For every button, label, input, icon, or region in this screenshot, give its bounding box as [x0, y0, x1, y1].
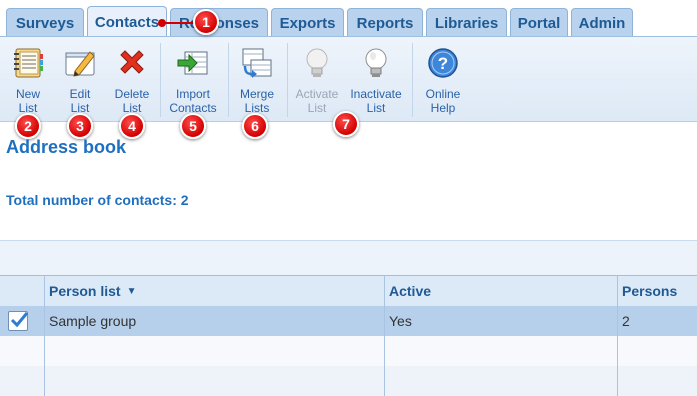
toolbar-separator: [228, 43, 229, 117]
row-checkbox[interactable]: [8, 311, 29, 331]
annotation-badge-2: 2: [15, 113, 41, 139]
address-book-icon: [8, 43, 48, 83]
checkmark-icon: [10, 312, 29, 328]
tab-libraries[interactable]: Libraries: [426, 8, 507, 37]
edit-list-button[interactable]: Edit List: [56, 39, 104, 119]
table-row[interactable]: Sample group Yes 2: [0, 306, 697, 336]
tab-label: Portal: [517, 14, 561, 32]
toolbar: New List Edit List Delete List Import Co…: [0, 37, 697, 122]
table-row-empty: [0, 336, 697, 366]
activate-list-label-line1: Activate: [295, 87, 339, 101]
column-header-label: Active: [389, 283, 432, 299]
merge-icon: [237, 43, 277, 83]
online-help-label-line2: Help: [430, 101, 456, 115]
column-header-persons[interactable]: Persons: [617, 276, 697, 306]
lightbulb-icon: [356, 43, 396, 83]
help-question-icon: ?: [423, 43, 463, 83]
import-contacts-label-line1: Import: [175, 87, 210, 101]
table-header-row: Person list ▼ Active Persons: [0, 275, 697, 307]
toolbar-separator: [160, 43, 161, 117]
tab-exports[interactable]: Exports: [271, 8, 344, 37]
inactivate-list-label-line2: List: [366, 101, 386, 115]
cell-person-list: Sample group: [49, 313, 137, 329]
contacts-count: Total number of contacts: 2: [6, 192, 189, 208]
tab-reports[interactable]: Reports: [347, 8, 423, 37]
tab-label: Reports: [356, 14, 414, 32]
annotation-badge-7: 7: [333, 111, 359, 137]
merge-lists-label-line1: Merge: [239, 87, 274, 101]
inactivate-list-button[interactable]: Inactivate List: [346, 39, 406, 119]
online-help-label-line1: Online: [425, 87, 461, 101]
annotation-badge-6: 6: [242, 113, 268, 139]
new-list-button[interactable]: New List: [4, 39, 52, 119]
tab-label: Surveys: [15, 14, 75, 32]
svg-text:?: ?: [438, 54, 448, 73]
table-toolbar-band: [0, 240, 697, 276]
tab-label: Libraries: [434, 14, 499, 32]
table-row-empty: [0, 366, 697, 396]
import-contacts-button[interactable]: Import Contacts: [164, 39, 222, 119]
column-header-label: Persons: [622, 283, 678, 299]
activate-list-label-line2: List: [307, 101, 327, 115]
column-header-person-list[interactable]: Person list ▼: [44, 276, 384, 306]
import-icon: [173, 43, 213, 83]
tab-label: Contacts: [94, 13, 160, 31]
online-help-button[interactable]: ? Online Help: [416, 39, 470, 119]
delete-x-icon: [112, 43, 152, 83]
cell-active: Yes: [389, 313, 412, 329]
annotation-badge-3: 3: [67, 113, 93, 139]
activate-list-button[interactable]: Activate List: [291, 39, 343, 119]
edit-list-label-line1: Edit: [69, 87, 91, 101]
merge-lists-button[interactable]: Merge Lists: [232, 39, 282, 119]
column-header-active[interactable]: Active: [384, 276, 617, 306]
delete-list-button[interactable]: Delete List: [108, 39, 156, 119]
toolbar-separator: [287, 43, 288, 117]
column-divider: [617, 275, 618, 396]
annotation-badge-5: 5: [180, 113, 206, 139]
new-list-label-line1: New: [15, 87, 40, 101]
tab-contacts[interactable]: Contacts: [87, 6, 167, 37]
column-header-label: Person list: [49, 283, 121, 299]
toolbar-separator: [412, 43, 413, 117]
tab-admin[interactable]: Admin: [571, 8, 633, 37]
annotation-badge-1: 1: [193, 9, 219, 35]
tab-label: Admin: [578, 14, 626, 32]
annotation-badge-4: 4: [119, 113, 145, 139]
column-divider: [384, 275, 385, 396]
page-title: Address book: [6, 137, 127, 157]
cell-persons: 2: [622, 313, 630, 329]
tab-surveys[interactable]: Surveys: [6, 8, 84, 37]
tab-portal[interactable]: Portal: [510, 8, 568, 37]
annotation-pointer-line: [162, 22, 194, 24]
sort-desc-icon: ▼: [126, 285, 137, 297]
column-divider: [44, 275, 45, 396]
lightbulb-off-icon: [297, 43, 337, 83]
delete-list-label-line1: Delete: [114, 87, 150, 101]
edit-pencil-icon: [60, 43, 100, 83]
row-select-cell: [4, 306, 44, 336]
inactivate-list-label-line1: Inactivate: [350, 87, 402, 101]
tab-label: Exports: [279, 14, 336, 32]
main-tab-bar: Surveys Contacts Responses Exports Repor…: [0, 0, 697, 37]
